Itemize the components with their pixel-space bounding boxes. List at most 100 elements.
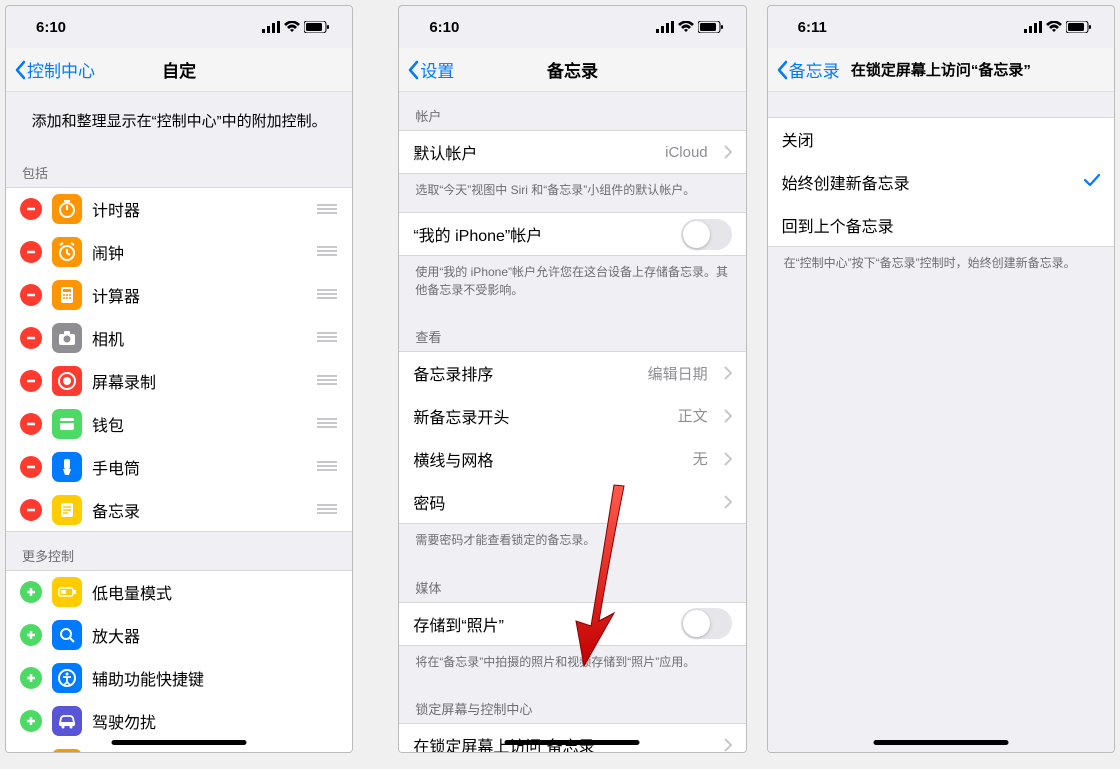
status-bar: 6:10 xyxy=(6,6,352,48)
status-time: 6:11 xyxy=(798,19,827,36)
control-row[interactable]: 放大器 xyxy=(6,613,352,657)
control-row[interactable]: 屏幕录制 xyxy=(6,359,352,403)
phone-screen-3: 6:11 备忘录 在锁定屏幕上访问“备忘录” 关闭始终创建新备忘录回到上个备忘录… xyxy=(767,5,1115,753)
drag-handle-icon[interactable] xyxy=(316,201,338,218)
control-row[interactable]: 相机 xyxy=(6,316,352,360)
control-row[interactable]: 计时器 xyxy=(6,187,352,231)
row-label: 相机 xyxy=(92,326,306,350)
row-label: 计时器 xyxy=(92,197,306,221)
add-button[interactable] xyxy=(20,667,42,689)
remove-button[interactable] xyxy=(20,327,42,349)
drag-handle-icon[interactable] xyxy=(316,415,338,432)
remove-button[interactable] xyxy=(20,413,42,435)
wifi-icon xyxy=(678,21,694,33)
content-scroll[interactable]: 添加和整理显示在“控制中心”中的附加控制。 包括 计时器闹钟计算器相机屏幕录制钱… xyxy=(6,92,352,752)
option-row[interactable]: 回到上个备忘录 xyxy=(768,203,1114,247)
section-more-header: 更多控制 xyxy=(6,532,352,571)
battery-icon xyxy=(52,577,82,607)
flash-icon xyxy=(52,452,82,482)
control-row[interactable]: 计算器 xyxy=(6,273,352,317)
remove-button[interactable] xyxy=(20,198,42,220)
drag-handle-icon[interactable] xyxy=(316,501,338,518)
control-row[interactable]: 钱包 xyxy=(6,402,352,446)
remove-button[interactable] xyxy=(20,370,42,392)
toggle-my-iphone[interactable] xyxy=(681,219,732,250)
row-value: 无 xyxy=(693,448,708,469)
row-label: 回到上个备忘录 xyxy=(782,213,1100,237)
content-scroll[interactable]: 帐户 默认帐户 iCloud 选取“今天”视图中 Siri 和“备忘录”小组件的… xyxy=(399,92,745,752)
control-row[interactable]: 低电量模式 xyxy=(6,570,352,614)
back-label: 备忘录 xyxy=(789,57,840,82)
section-lock-header: 锁定屏幕与控制中心 xyxy=(399,685,745,724)
section-media-header: 媒体 xyxy=(399,564,745,603)
control-row[interactable]: 辅助功能快捷键 xyxy=(6,656,352,700)
chevron-left-icon xyxy=(407,60,419,80)
remove-button[interactable] xyxy=(20,284,42,306)
status-bar: 6:10 xyxy=(399,6,745,48)
nav-title: 在锁定屏幕上访问“备忘录” xyxy=(851,59,1031,80)
row-label: 备忘录排序 xyxy=(413,361,637,385)
drag-handle-icon[interactable] xyxy=(316,372,338,389)
row-sort[interactable]: 备忘录排序 编辑日期 xyxy=(399,351,745,395)
row-label: 钱包 xyxy=(92,412,306,436)
row-lock-access[interactable]: 在锁定屏幕上访问“备忘录” xyxy=(399,723,745,752)
wifi-icon xyxy=(1046,21,1062,33)
row-label: 秒表 xyxy=(92,752,338,753)
back-button[interactable]: 控制中心 xyxy=(14,48,95,91)
remove-button[interactable] xyxy=(20,499,42,521)
nav-bar: 备忘录 在锁定屏幕上访问“备忘录” xyxy=(768,48,1114,92)
toggle-save-photos[interactable] xyxy=(681,608,732,639)
content-scroll[interactable]: 关闭始终创建新备忘录回到上个备忘录 在“控制中心”按下“备忘录”控制时，始终创建… xyxy=(768,92,1114,752)
signal-icon xyxy=(1024,21,1042,33)
options-list: 关闭始终创建新备忘录回到上个备忘录 xyxy=(768,117,1114,247)
control-row[interactable]: 手电筒 xyxy=(6,445,352,489)
alarm-icon xyxy=(52,237,82,267)
row-label: 闹钟 xyxy=(92,240,306,264)
back-button[interactable]: 设置 xyxy=(407,48,454,91)
option-row[interactable]: 始终创建新备忘录 xyxy=(768,160,1114,204)
add-button[interactable] xyxy=(20,710,42,732)
row-my-iphone-account[interactable]: “我的 iPhone”帐户 xyxy=(399,212,745,256)
car-icon xyxy=(52,706,82,736)
row-default-account[interactable]: 默认帐户 iCloud xyxy=(399,130,745,174)
status-icons xyxy=(262,21,330,33)
row-save-photos[interactable]: 存储到“照片” xyxy=(399,602,745,646)
nav-title: 备忘录 xyxy=(547,57,598,82)
status-icons xyxy=(656,21,724,33)
remove-button[interactable] xyxy=(20,456,42,478)
back-button[interactable]: 备忘录 xyxy=(776,48,840,91)
row-password[interactable]: 密码 xyxy=(399,480,745,524)
row-label: 备忘录 xyxy=(92,498,306,522)
checkmark-icon xyxy=(1084,171,1100,192)
row-label: 存储到“照片” xyxy=(413,612,670,636)
row-label: 低电量模式 xyxy=(92,580,338,604)
row-lines[interactable]: 横线与网格 无 xyxy=(399,437,745,481)
add-button[interactable] xyxy=(20,581,42,603)
section-account-header: 帐户 xyxy=(399,92,745,131)
add-button[interactable] xyxy=(20,624,42,646)
chevron-right-icon xyxy=(724,409,732,423)
chevron-right-icon xyxy=(724,495,732,509)
drag-handle-icon[interactable] xyxy=(316,458,338,475)
row-label: 手电筒 xyxy=(92,455,306,479)
row-label: 辅助功能快捷键 xyxy=(92,666,338,690)
magnify-icon xyxy=(52,620,82,650)
row-newnote[interactable]: 新备忘录开头 正文 xyxy=(399,394,745,438)
home-indicator xyxy=(505,740,640,745)
control-row[interactable]: 备忘录 xyxy=(6,488,352,532)
drag-handle-icon[interactable] xyxy=(316,329,338,346)
signal-icon xyxy=(656,21,674,33)
drag-handle-icon[interactable] xyxy=(316,243,338,260)
battery-icon xyxy=(1066,21,1092,33)
control-row[interactable]: 驾驶勿扰 xyxy=(6,699,352,743)
row-label: 新备忘录开头 xyxy=(413,404,667,428)
drag-handle-icon[interactable] xyxy=(316,286,338,303)
back-label: 设置 xyxy=(420,57,454,82)
remove-button[interactable] xyxy=(20,241,42,263)
row-value: iCloud xyxy=(665,144,708,161)
option-row[interactable]: 关闭 xyxy=(768,117,1114,161)
note-bottom: 在“控制中心”按下“备忘录”控制时，始终创建新备忘录。 xyxy=(768,247,1114,286)
signal-icon xyxy=(262,21,280,33)
row-label: 横线与网格 xyxy=(413,447,682,471)
control-row[interactable]: 闹钟 xyxy=(6,230,352,274)
